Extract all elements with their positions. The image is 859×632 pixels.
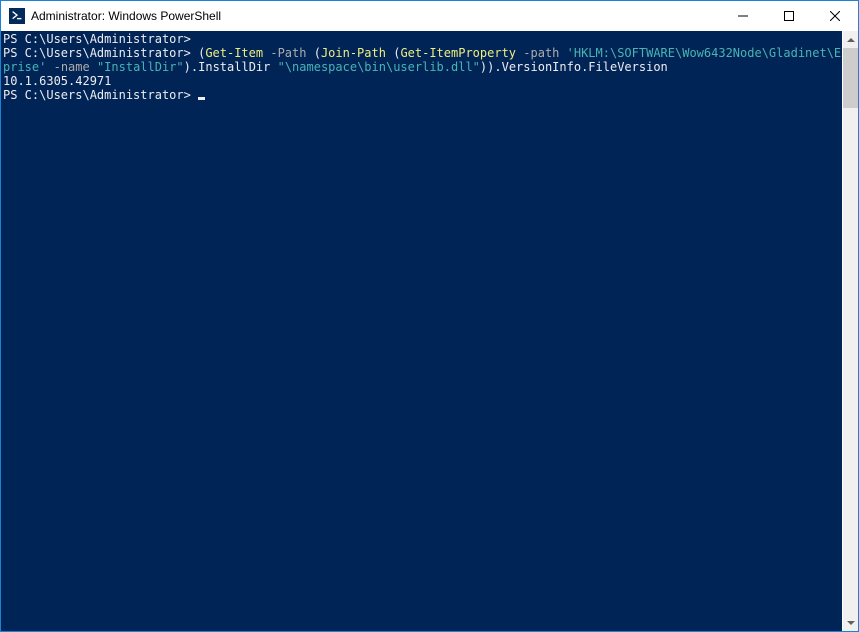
paren: ) — [184, 60, 191, 74]
cmdlet: Get-Item — [205, 46, 263, 60]
param: -path — [523, 46, 559, 60]
sp — [46, 60, 53, 74]
close-button[interactable] — [812, 1, 858, 31]
cursor — [198, 97, 205, 100]
sp — [270, 60, 277, 74]
vertical-scrollbar[interactable] — [842, 31, 858, 631]
prompt-line-2: PS C:\Users\Administrator> — [3, 46, 191, 60]
window-controls — [720, 1, 858, 31]
sp — [306, 46, 313, 60]
minimize-icon — [738, 11, 748, 21]
close-icon — [830, 11, 840, 21]
cmdlet: Get-ItemProperty — [400, 46, 516, 60]
scroll-up-button[interactable] — [843, 31, 858, 48]
member: .VersionInfo.FileVersion — [494, 60, 667, 74]
output-line: 10.1.6305.42971 — [3, 74, 111, 88]
powershell-window: Administrator: Windows PowerShell PS C:\… — [0, 0, 859, 632]
string: "InstallDir" — [97, 60, 184, 74]
paren: ( — [314, 46, 321, 60]
param: -name — [54, 60, 90, 74]
string: "\namespace\bin\userlib.dll" — [278, 60, 480, 74]
chevron-up-icon — [847, 38, 855, 42]
terminal[interactable]: PS C:\Users\Administrator> PS C:\Users\A… — [1, 31, 842, 631]
scroll-thumb[interactable] — [843, 48, 858, 108]
param: -Path — [270, 46, 306, 60]
maximize-button[interactable] — [766, 1, 812, 31]
string: prise' — [3, 60, 46, 74]
scroll-down-button[interactable] — [843, 614, 858, 631]
chevron-down-icon — [847, 621, 855, 625]
sp — [559, 46, 566, 60]
maximize-icon — [784, 11, 794, 21]
minimize-button[interactable] — [720, 1, 766, 31]
window-title: Administrator: Windows PowerShell — [31, 9, 720, 23]
sp — [90, 60, 97, 74]
cmdlet: Join-Path — [321, 46, 386, 60]
prompt-line-1: PS C:\Users\Administrator> — [3, 32, 191, 46]
client-area: PS C:\Users\Administrator> PS C:\Users\A… — [1, 31, 858, 631]
prompt-line-3: PS C:\Users\Administrator> — [3, 88, 191, 102]
titlebar[interactable]: Administrator: Windows PowerShell — [1, 1, 858, 31]
member: .InstallDir — [191, 60, 270, 74]
scroll-track[interactable] — [843, 48, 858, 614]
string: 'HKLM:\SOFTWARE\Wow6432Node\Gladinet\Ent… — [567, 46, 842, 60]
powershell-icon — [9, 8, 25, 24]
